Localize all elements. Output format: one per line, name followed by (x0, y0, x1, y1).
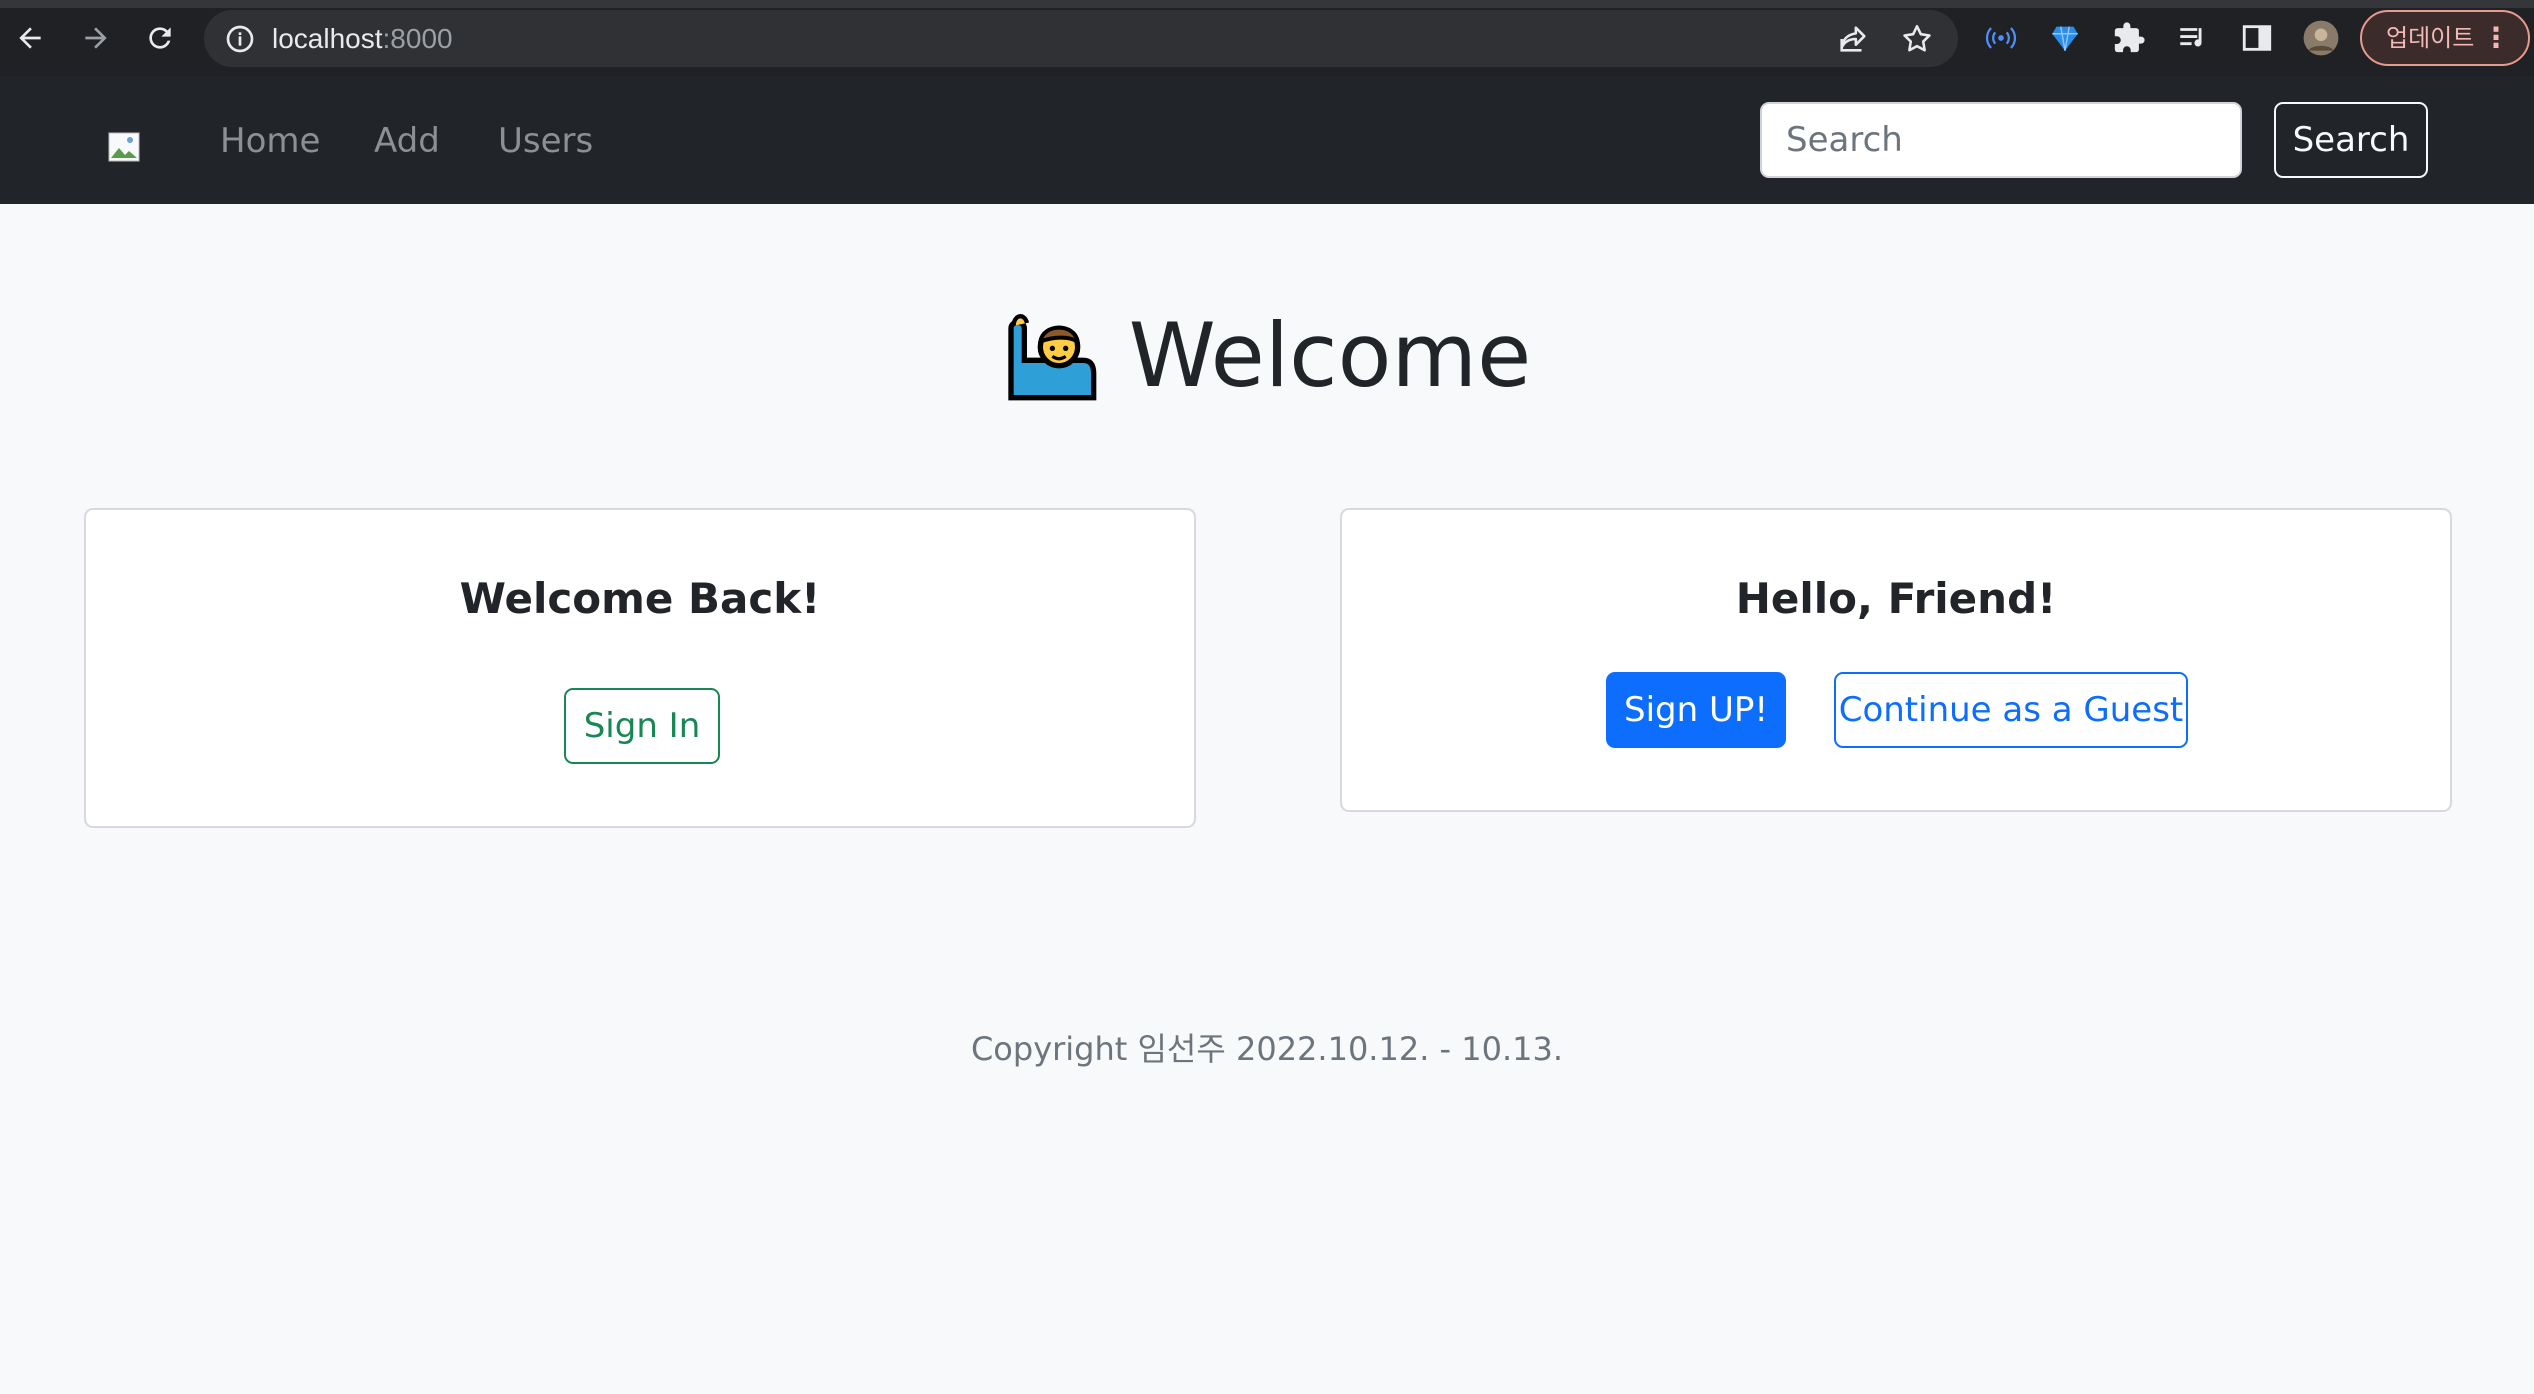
arrow-right-icon (85, 27, 107, 49)
nav-link-users[interactable]: Users (498, 120, 593, 162)
sign-in-button[interactable]: Sign In (564, 688, 720, 764)
url-text: localhost:8000 (272, 23, 453, 54)
reload-button[interactable] (138, 16, 182, 60)
update-button[interactable]: 업데이트 ⋮ (2360, 10, 2530, 66)
signin-card-title: Welcome Back! (459, 574, 821, 623)
more-menu-icon[interactable]: ⋮ (2482, 12, 2510, 64)
back-button[interactable] (8, 16, 52, 60)
page-title: Welcome (1128, 303, 1532, 407)
sign-up-button[interactable]: Sign UP! (1606, 672, 1786, 748)
extension-broadcast-icon[interactable] (1982, 19, 2020, 57)
extension-gem-icon[interactable] (2046, 19, 2084, 57)
signup-card-title: Hello, Friend! (1735, 574, 2057, 623)
share-icon[interactable] (1836, 22, 1870, 56)
extensions-puzzle-icon[interactable] (2110, 19, 2148, 57)
side-panel-icon[interactable] (2238, 19, 2276, 57)
nav-link-home[interactable]: Home (220, 120, 320, 162)
signup-card: Hello, Friend! Sign UP! Continue as a Gu… (1340, 508, 2452, 812)
media-queue-icon[interactable] (2174, 19, 2212, 57)
person-raising-hand-icon (1008, 314, 1097, 401)
profile-avatar[interactable] (2302, 19, 2340, 57)
arrow-left-icon (19, 27, 41, 49)
info-icon[interactable] (224, 23, 256, 55)
bookmark-star-icon[interactable] (1900, 22, 1934, 56)
nav-link-add[interactable]: Add (374, 120, 440, 162)
reload-icon (149, 27, 171, 49)
broken-logo-image-icon[interactable] (108, 132, 140, 162)
update-label: 업데이트 (2386, 24, 2475, 52)
search-button[interactable]: Search (2274, 102, 2428, 178)
search-input[interactable] (1760, 102, 2242, 178)
signin-card: Welcome Back! Sign In (84, 508, 1196, 828)
address-bar[interactable]: localhost:8000 (204, 10, 1958, 67)
welcome-heading: Welcome (0, 300, 2534, 410)
browser-toolbar: localhost:8000 업데이트 ⋮ (0, 0, 2534, 76)
continue-as-guest-button[interactable]: Continue as a Guest (1834, 672, 2188, 748)
tab-strip-edge (0, 0, 2534, 8)
forward-button[interactable] (74, 16, 118, 60)
site-navbar: Home Add Users Search (0, 76, 2534, 204)
footer-copyright: Copyright 임선주 2022.10.12. - 10.13. (970, 1030, 1564, 1068)
